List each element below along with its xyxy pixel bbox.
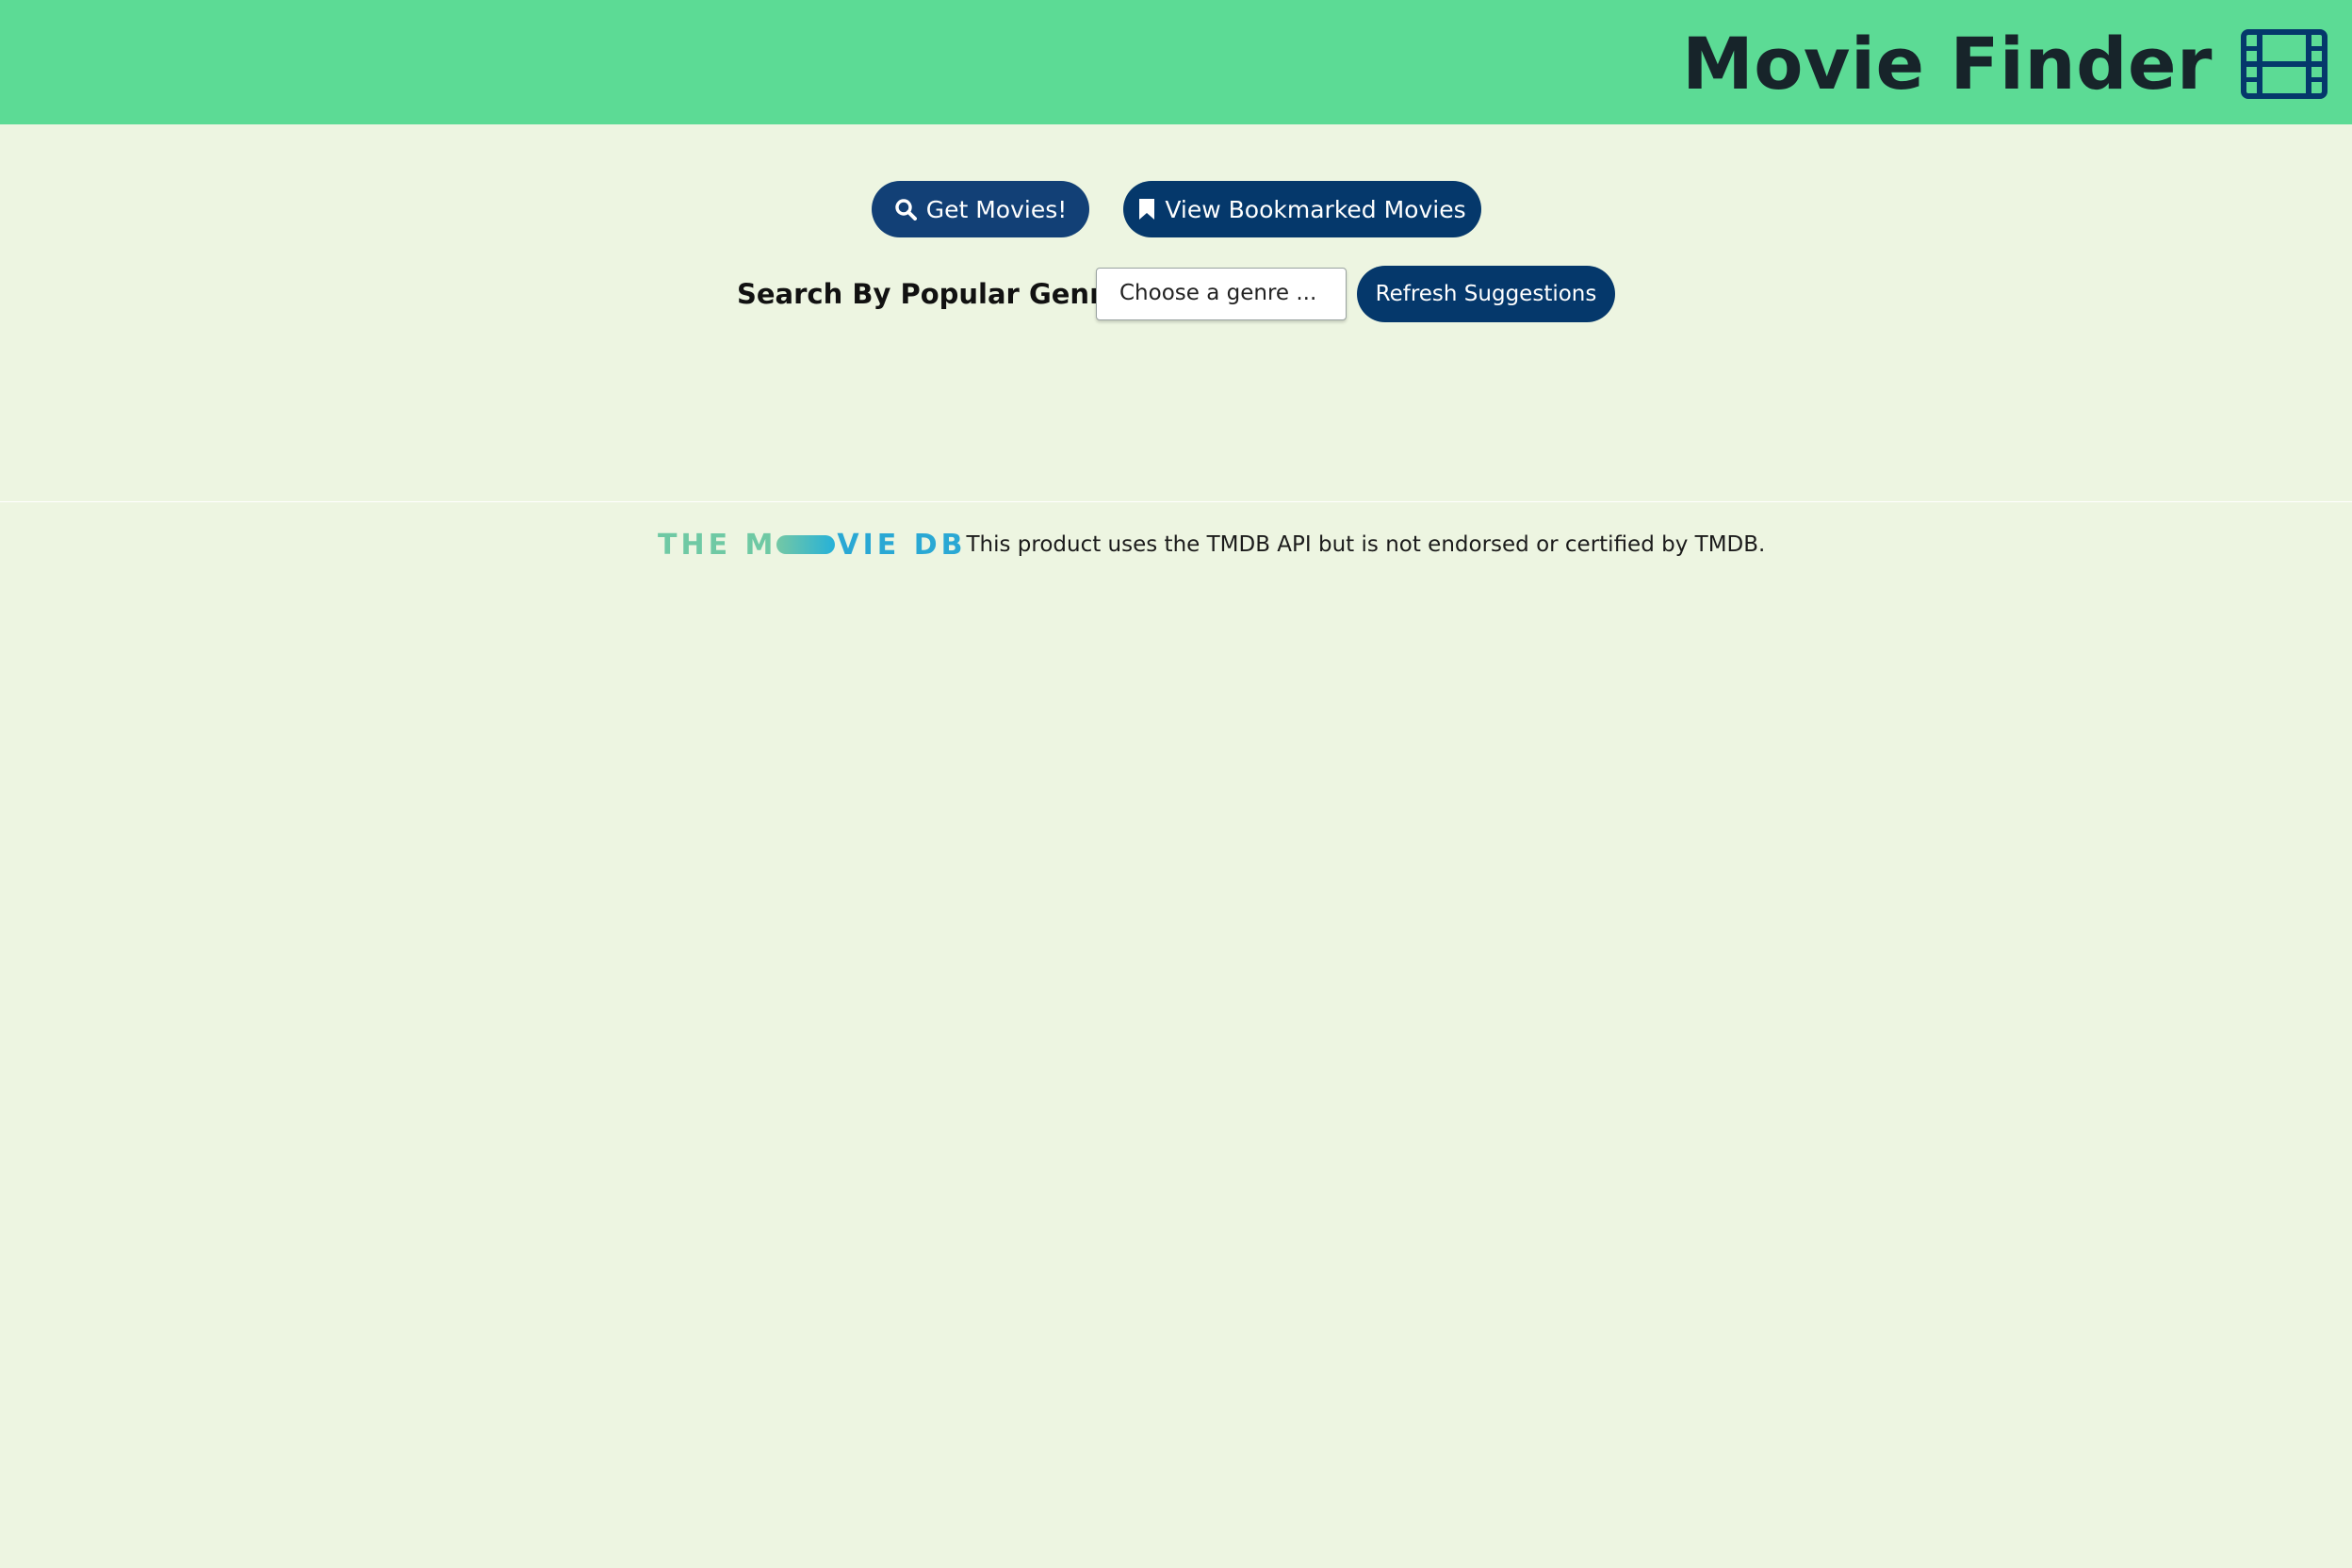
- refresh-suggestions-label: Refresh Suggestions: [1375, 282, 1597, 306]
- search-icon: [895, 199, 917, 220]
- genre-select[interactable]: Choose a genre ...: [1096, 268, 1347, 320]
- app-title: Movie Finder: [1682, 22, 2213, 106]
- get-movies-label: Get Movies!: [925, 195, 1068, 223]
- view-bookmarks-label: View Bookmarked Movies: [1165, 195, 1466, 223]
- film-icon: [2241, 29, 2328, 99]
- tmdb-logo-pill: [776, 535, 836, 554]
- actions-row: Get Movies! View Bookmarked Movies: [0, 181, 2352, 237]
- bookmark-icon: [1139, 199, 1155, 220]
- tmdb-logo-text-start: THE M: [658, 528, 777, 562]
- refresh-suggestions-button[interactable]: Refresh Suggestions: [1357, 266, 1615, 322]
- footer: THE M VIE DB This product uses the TMDB …: [658, 526, 1765, 564]
- genre-search-label: Search By Popular Genres:: [737, 278, 1149, 310]
- tmdb-logo-text-end: VIE DB: [837, 528, 967, 562]
- tmdb-logo: THE M VIE DB: [658, 526, 966, 564]
- view-bookmarks-button[interactable]: View Bookmarked Movies: [1123, 181, 1481, 237]
- tmdb-attribution: This product uses the TMDB API but is no…: [966, 532, 1766, 557]
- app-header: Movie Finder: [0, 0, 2352, 124]
- genre-search-row: Search By Popular Genres: Choose a genre…: [0, 266, 2352, 322]
- brand: Movie Finder: [1682, 24, 2328, 104]
- footer-divider: [0, 501, 2352, 502]
- get-movies-button[interactable]: Get Movies!: [872, 181, 1089, 237]
